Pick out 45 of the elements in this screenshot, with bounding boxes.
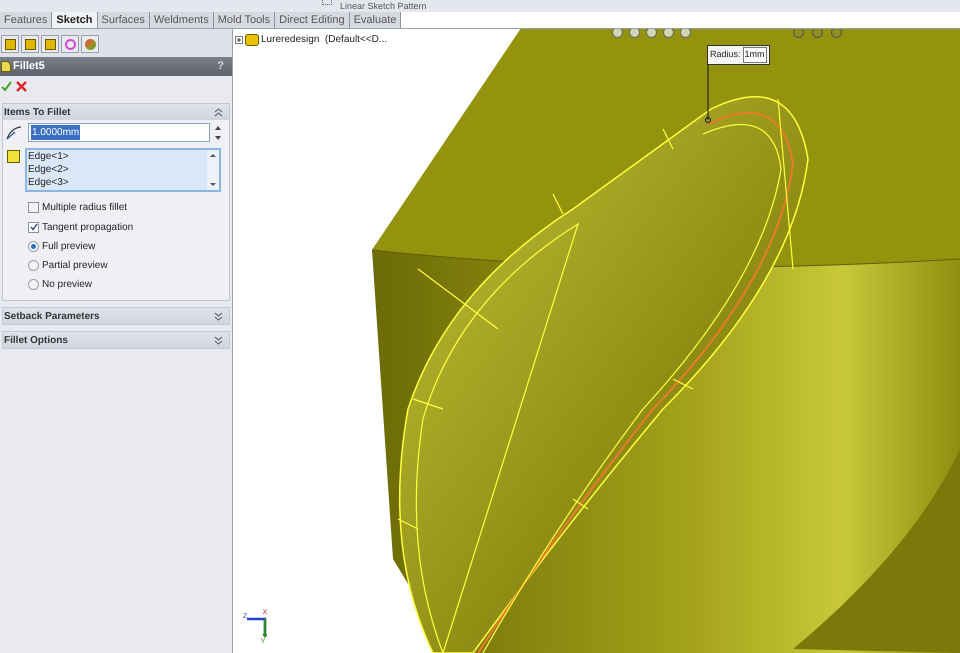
edge-selection-list[interactable]: Edge<1> Edge<2> Edge<3> (25, 148, 221, 192)
radio-button[interactable] (28, 241, 39, 252)
feature-title: Fillet5 (13, 59, 45, 74)
radio-button[interactable] (28, 279, 39, 290)
ok-check-icon[interactable] (1, 81, 12, 92)
command-tab[interactable]: Evaluate (350, 12, 402, 28)
section-header[interactable]: Items To Fillet (3, 104, 229, 120)
command-tab[interactable]: Mold Tools (214, 12, 276, 28)
check-icon (30, 223, 38, 231)
toolbar-command-label[interactable]: Linear Sketch Pattern (340, 0, 427, 12)
edge-list-item[interactable]: Edge<2> (28, 163, 207, 176)
section-title: Items To Fillet (4, 106, 70, 120)
expand-tree-icon[interactable] (235, 36, 243, 44)
option-label: No preview (42, 278, 92, 292)
radius-input-field[interactable]: 1.0000mm (28, 123, 210, 142)
command-tab[interactable]: Surfaces (98, 12, 150, 28)
section-header[interactable]: Fillet Options (3, 332, 229, 348)
collapse-chevron-icon[interactable] (214, 108, 223, 116)
axis-triad-icon (247, 616, 268, 638)
expand-chevron-icon[interactable] (214, 336, 223, 344)
list-scrollbar[interactable] (207, 150, 219, 190)
callout-label: Radius: (710, 48, 741, 61)
command-tab[interactable]: Features (0, 12, 52, 28)
radius-arc-icon (5, 124, 23, 140)
section-title: Fillet Options (4, 334, 68, 348)
cancel-x-icon[interactable] (16, 81, 27, 92)
section-title: Setback Parameters (4, 310, 100, 324)
option-label: Multiple radius fillet (42, 200, 128, 214)
command-tab[interactable]: Direct Editing (275, 12, 350, 28)
edge-list-item[interactable]: Edge<1> (28, 150, 207, 163)
edge-list-item[interactable]: Edge<3> (28, 176, 207, 189)
tree-root-label[interactable]: Lureredesign (Default<<D... (261, 32, 388, 47)
expand-chevron-icon[interactable] (214, 312, 223, 320)
section-header[interactable]: Setback Parameters (3, 308, 229, 324)
option-label: Tangent propagation (42, 220, 134, 234)
callout-value[interactable]: 1mm (742, 47, 767, 62)
checkbox[interactable] (28, 222, 39, 232)
option-label: Full preview (42, 240, 96, 254)
command-tab[interactable]: Weldments (150, 12, 214, 28)
radio-button[interactable] (28, 260, 39, 271)
radius-value: 1.0000mm (31, 125, 80, 140)
spinner-arrows-icon[interactable] (215, 126, 221, 140)
option-label: Partial preview (42, 259, 108, 273)
checkbox[interactable] (28, 202, 39, 212)
command-tab[interactable]: Sketch (52, 12, 98, 28)
